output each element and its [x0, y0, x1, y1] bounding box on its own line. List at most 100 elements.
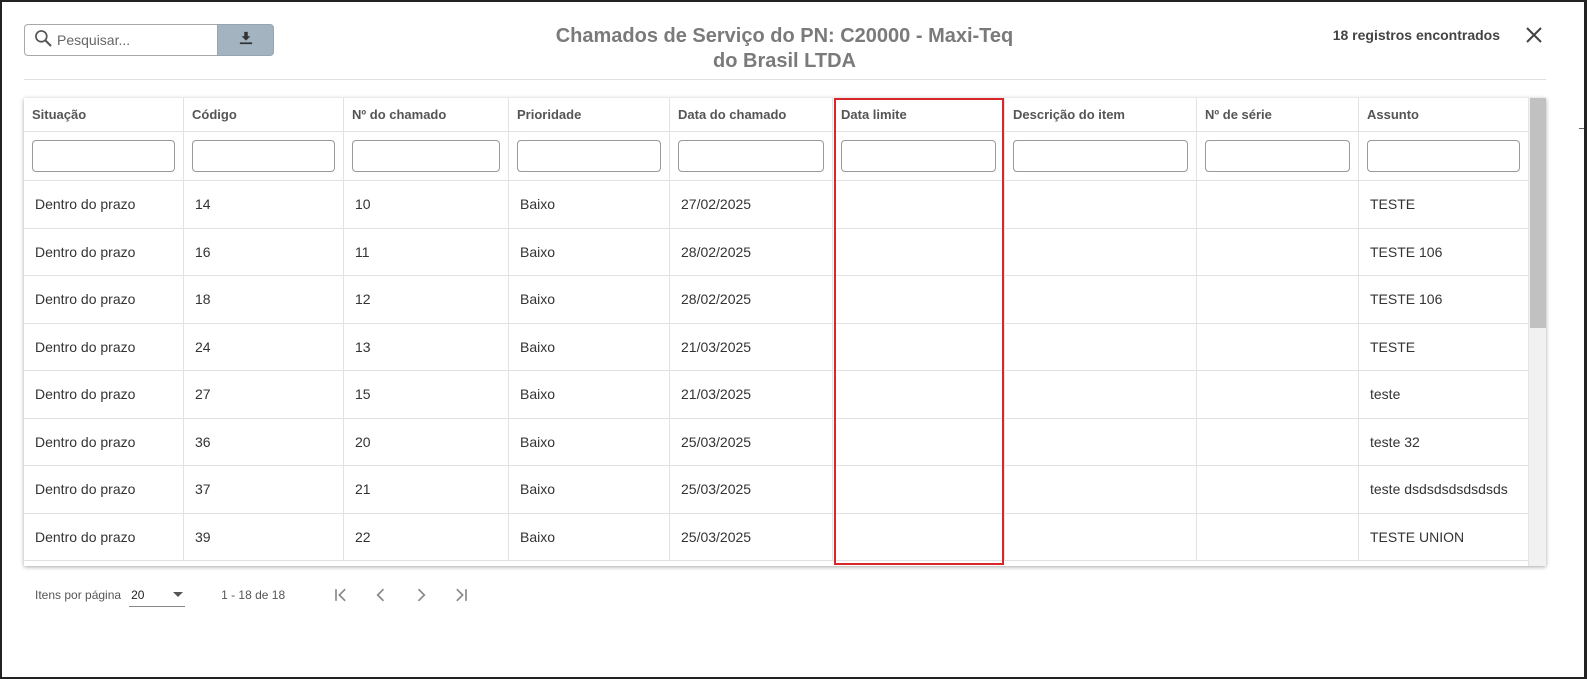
- filter-input-numero-serie[interactable]: [1205, 140, 1350, 172]
- table-header-row: Situação Código Nº do chamado Prioridade…: [24, 98, 1528, 132]
- cell-descricao-item: [1005, 228, 1197, 275]
- items-per-page-select[interactable]: 20: [129, 583, 186, 607]
- column-header-numero-chamado[interactable]: Nº do chamado: [344, 98, 509, 131]
- cell-numero-chamado: 21: [344, 466, 509, 513]
- table-filter-row: [24, 132, 1528, 181]
- cell-data-chamado: 21/03/2025: [670, 371, 833, 418]
- cell-prioridade: Baixo: [509, 418, 670, 465]
- scrollbar-thumb[interactable]: [1530, 98, 1546, 328]
- cell-codigo: 24: [184, 323, 344, 370]
- cell-prioridade: Baixo: [509, 371, 670, 418]
- cell-numero-serie: [1197, 418, 1359, 465]
- cell-numero-chamado: 10: [344, 181, 509, 228]
- cell-situacao: Dentro do prazo: [24, 228, 184, 275]
- cell-data-limite: [833, 418, 1005, 465]
- cell-numero-serie: [1197, 276, 1359, 323]
- first-page-button[interactable]: [321, 582, 361, 608]
- table-row[interactable]: Dentro do prazo 24 13 Baixo 21/03/2025 T…: [24, 323, 1528, 371]
- next-page-icon: [417, 588, 426, 602]
- column-header-descricao-item[interactable]: Descrição do item: [1005, 98, 1197, 131]
- close-button[interactable]: [1523, 24, 1545, 46]
- column-header-data-chamado[interactable]: Data do chamado: [670, 98, 833, 131]
- column-header-data-limite[interactable]: Data limite: [833, 98, 1005, 131]
- record-count: 18 registros encontrados: [1332, 27, 1500, 43]
- cell-numero-serie: [1197, 181, 1359, 228]
- cell-data-limite: [833, 466, 1005, 513]
- filter-input-data-limite[interactable]: [841, 140, 996, 172]
- filter-input-descricao-item[interactable]: [1013, 140, 1188, 172]
- cell-situacao: Dentro do prazo: [24, 371, 184, 418]
- table-row[interactable]: Dentro do prazo 36 20 Baixo 25/03/2025 t…: [24, 418, 1528, 466]
- filter-input-numero-chamado[interactable]: [352, 140, 500, 172]
- next-page-button[interactable]: [401, 582, 441, 608]
- table-row[interactable]: Dentro do prazo 18 12 Baixo 28/02/2025 T…: [24, 276, 1528, 324]
- cell-assunto: TESTE UNION: [1370, 528, 1465, 545]
- cell-data-limite: [833, 276, 1005, 323]
- cell-situacao: Dentro do prazo: [24, 513, 184, 560]
- cell-codigo: 18: [184, 276, 344, 323]
- cell-prioridade: Baixo: [509, 323, 670, 370]
- search-field[interactable]: [24, 24, 218, 56]
- cell-data-chamado: 21/03/2025: [670, 323, 833, 370]
- chevron-down-icon: [173, 592, 184, 597]
- last-page-button[interactable]: [441, 582, 481, 608]
- items-per-page-label: Itens por página: [35, 588, 122, 602]
- close-icon: [1526, 27, 1542, 43]
- cell-numero-chamado: 15: [344, 371, 509, 418]
- filter-input-codigo[interactable]: [192, 140, 335, 172]
- cell-data-chamado: 27/02/2025: [670, 181, 833, 228]
- cell-data-limite: [833, 513, 1005, 560]
- cell-data-limite: [833, 228, 1005, 275]
- cell-data-limite: [833, 181, 1005, 228]
- cell-codigo: 39: [184, 513, 344, 560]
- column-header-prioridade[interactable]: Prioridade: [509, 98, 670, 131]
- cell-situacao: Dentro do prazo: [24, 466, 184, 513]
- cell-data-chamado: 25/03/2025: [670, 418, 833, 465]
- cell-assunto: teste dsdsdsdsdsdsds: [1370, 481, 1508, 498]
- table-row[interactable]: Dentro do prazo 16 11 Baixo 28/02/2025 T…: [24, 228, 1528, 276]
- download-icon: [239, 31, 253, 50]
- download-button[interactable]: [217, 24, 274, 56]
- table-row[interactable]: Dentro do prazo 37 21 Baixo 25/03/2025 t…: [24, 466, 1528, 514]
- header-divider: [24, 79, 1546, 80]
- cell-prioridade: Baixo: [509, 181, 670, 228]
- cell-data-limite: [833, 323, 1005, 370]
- cell-codigo: 27: [184, 371, 344, 418]
- cell-numero-chamado: 13: [344, 323, 509, 370]
- column-header-codigo[interactable]: Código: [184, 98, 344, 131]
- first-page-icon: [335, 588, 346, 602]
- cell-prioridade: Baixo: [509, 513, 670, 560]
- filter-input-situacao[interactable]: [32, 140, 175, 172]
- column-header-situacao[interactable]: Situação: [24, 98, 184, 131]
- search-input[interactable]: [57, 32, 207, 48]
- cell-assunto: TESTE: [1370, 196, 1416, 213]
- column-header-numero-serie[interactable]: Nº de série: [1197, 98, 1359, 131]
- cell-data-chamado: 28/02/2025: [670, 228, 833, 275]
- table-row[interactable]: Dentro do prazo 27 15 Baixo 21/03/2025 t…: [24, 371, 1528, 419]
- cell-codigo: 37: [184, 466, 344, 513]
- search-icon: [33, 28, 53, 53]
- cell-descricao-item: [1005, 513, 1197, 560]
- cell-numero-serie: [1197, 323, 1359, 370]
- previous-page-button[interactable]: [361, 582, 401, 608]
- table-row[interactable]: Dentro do prazo 14 10 Baixo 27/02/2025 T…: [24, 181, 1528, 229]
- table-vertical-scrollbar[interactable]: [1528, 98, 1546, 566]
- cell-numero-chamado: 20: [344, 418, 509, 465]
- modal-title: Chamados de Serviço do PN: C20000 - Maxi…: [555, 25, 1014, 72]
- cell-numero-chamado: 11: [344, 228, 509, 275]
- cell-situacao: Dentro do prazo: [24, 418, 184, 465]
- filter-input-assunto[interactable]: [1367, 140, 1520, 172]
- cell-codigo: 36: [184, 418, 344, 465]
- column-header-assunto[interactable]: Assunto: [1359, 98, 1528, 131]
- filter-input-prioridade[interactable]: [517, 140, 661, 172]
- cell-assunto: TESTE 106: [1370, 243, 1443, 260]
- cell-assunto: teste: [1370, 386, 1401, 403]
- cell-codigo: 14: [184, 181, 344, 228]
- cell-prioridade: Baixo: [509, 228, 670, 275]
- cell-assunto: teste 32: [1370, 433, 1420, 450]
- cell-numero-serie: [1197, 513, 1359, 560]
- filter-input-data-chamado[interactable]: [678, 140, 824, 172]
- cell-assunto: TESTE: [1370, 338, 1416, 355]
- cell-prioridade: Baixo: [509, 276, 670, 323]
- table-row[interactable]: Dentro do prazo 39 22 Baixo 25/03/2025 T…: [24, 513, 1528, 561]
